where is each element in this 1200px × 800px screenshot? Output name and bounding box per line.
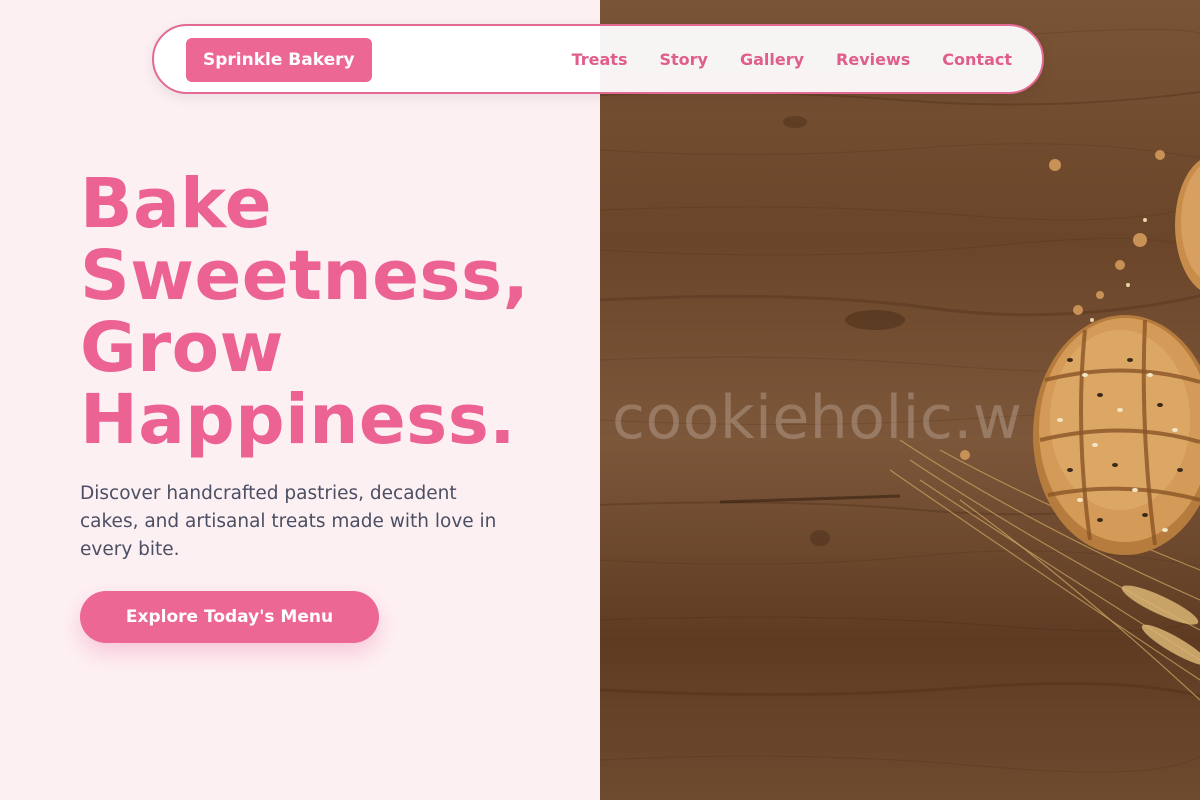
explore-menu-button[interactable]: Explore Today's Menu [80,591,379,643]
hero-headline: Bake Sweetness, Grow Happiness. [80,168,580,456]
nav-link-contact[interactable]: Contact [942,50,1012,69]
hero-subtitle: Discover handcrafted pastries, decadent … [80,483,497,560]
headline-line-3: Grow [80,308,284,388]
bakery-landing-page: cookieholic.w Sprinkle Bakery Treats Sto… [0,0,1200,800]
headline-line-2: Sweetness, [80,236,530,316]
brand-logo-button[interactable]: Sprinkle Bakery [186,38,372,82]
nav-link-gallery[interactable]: Gallery [740,50,804,69]
nav-link-treats[interactable]: Treats [572,50,628,69]
image-watermark: cookieholic.w [612,383,1023,453]
top-navbar: Sprinkle Bakery Treats Story Gallery Rev… [152,24,1044,94]
headline-line-1: Bake [80,164,272,244]
nav-link-story[interactable]: Story [659,50,707,69]
headline-line-4: Happiness. [80,380,517,460]
nav-links: Treats Story Gallery Reviews Contact [572,26,1012,92]
nav-link-reviews[interactable]: Reviews [836,50,910,69]
